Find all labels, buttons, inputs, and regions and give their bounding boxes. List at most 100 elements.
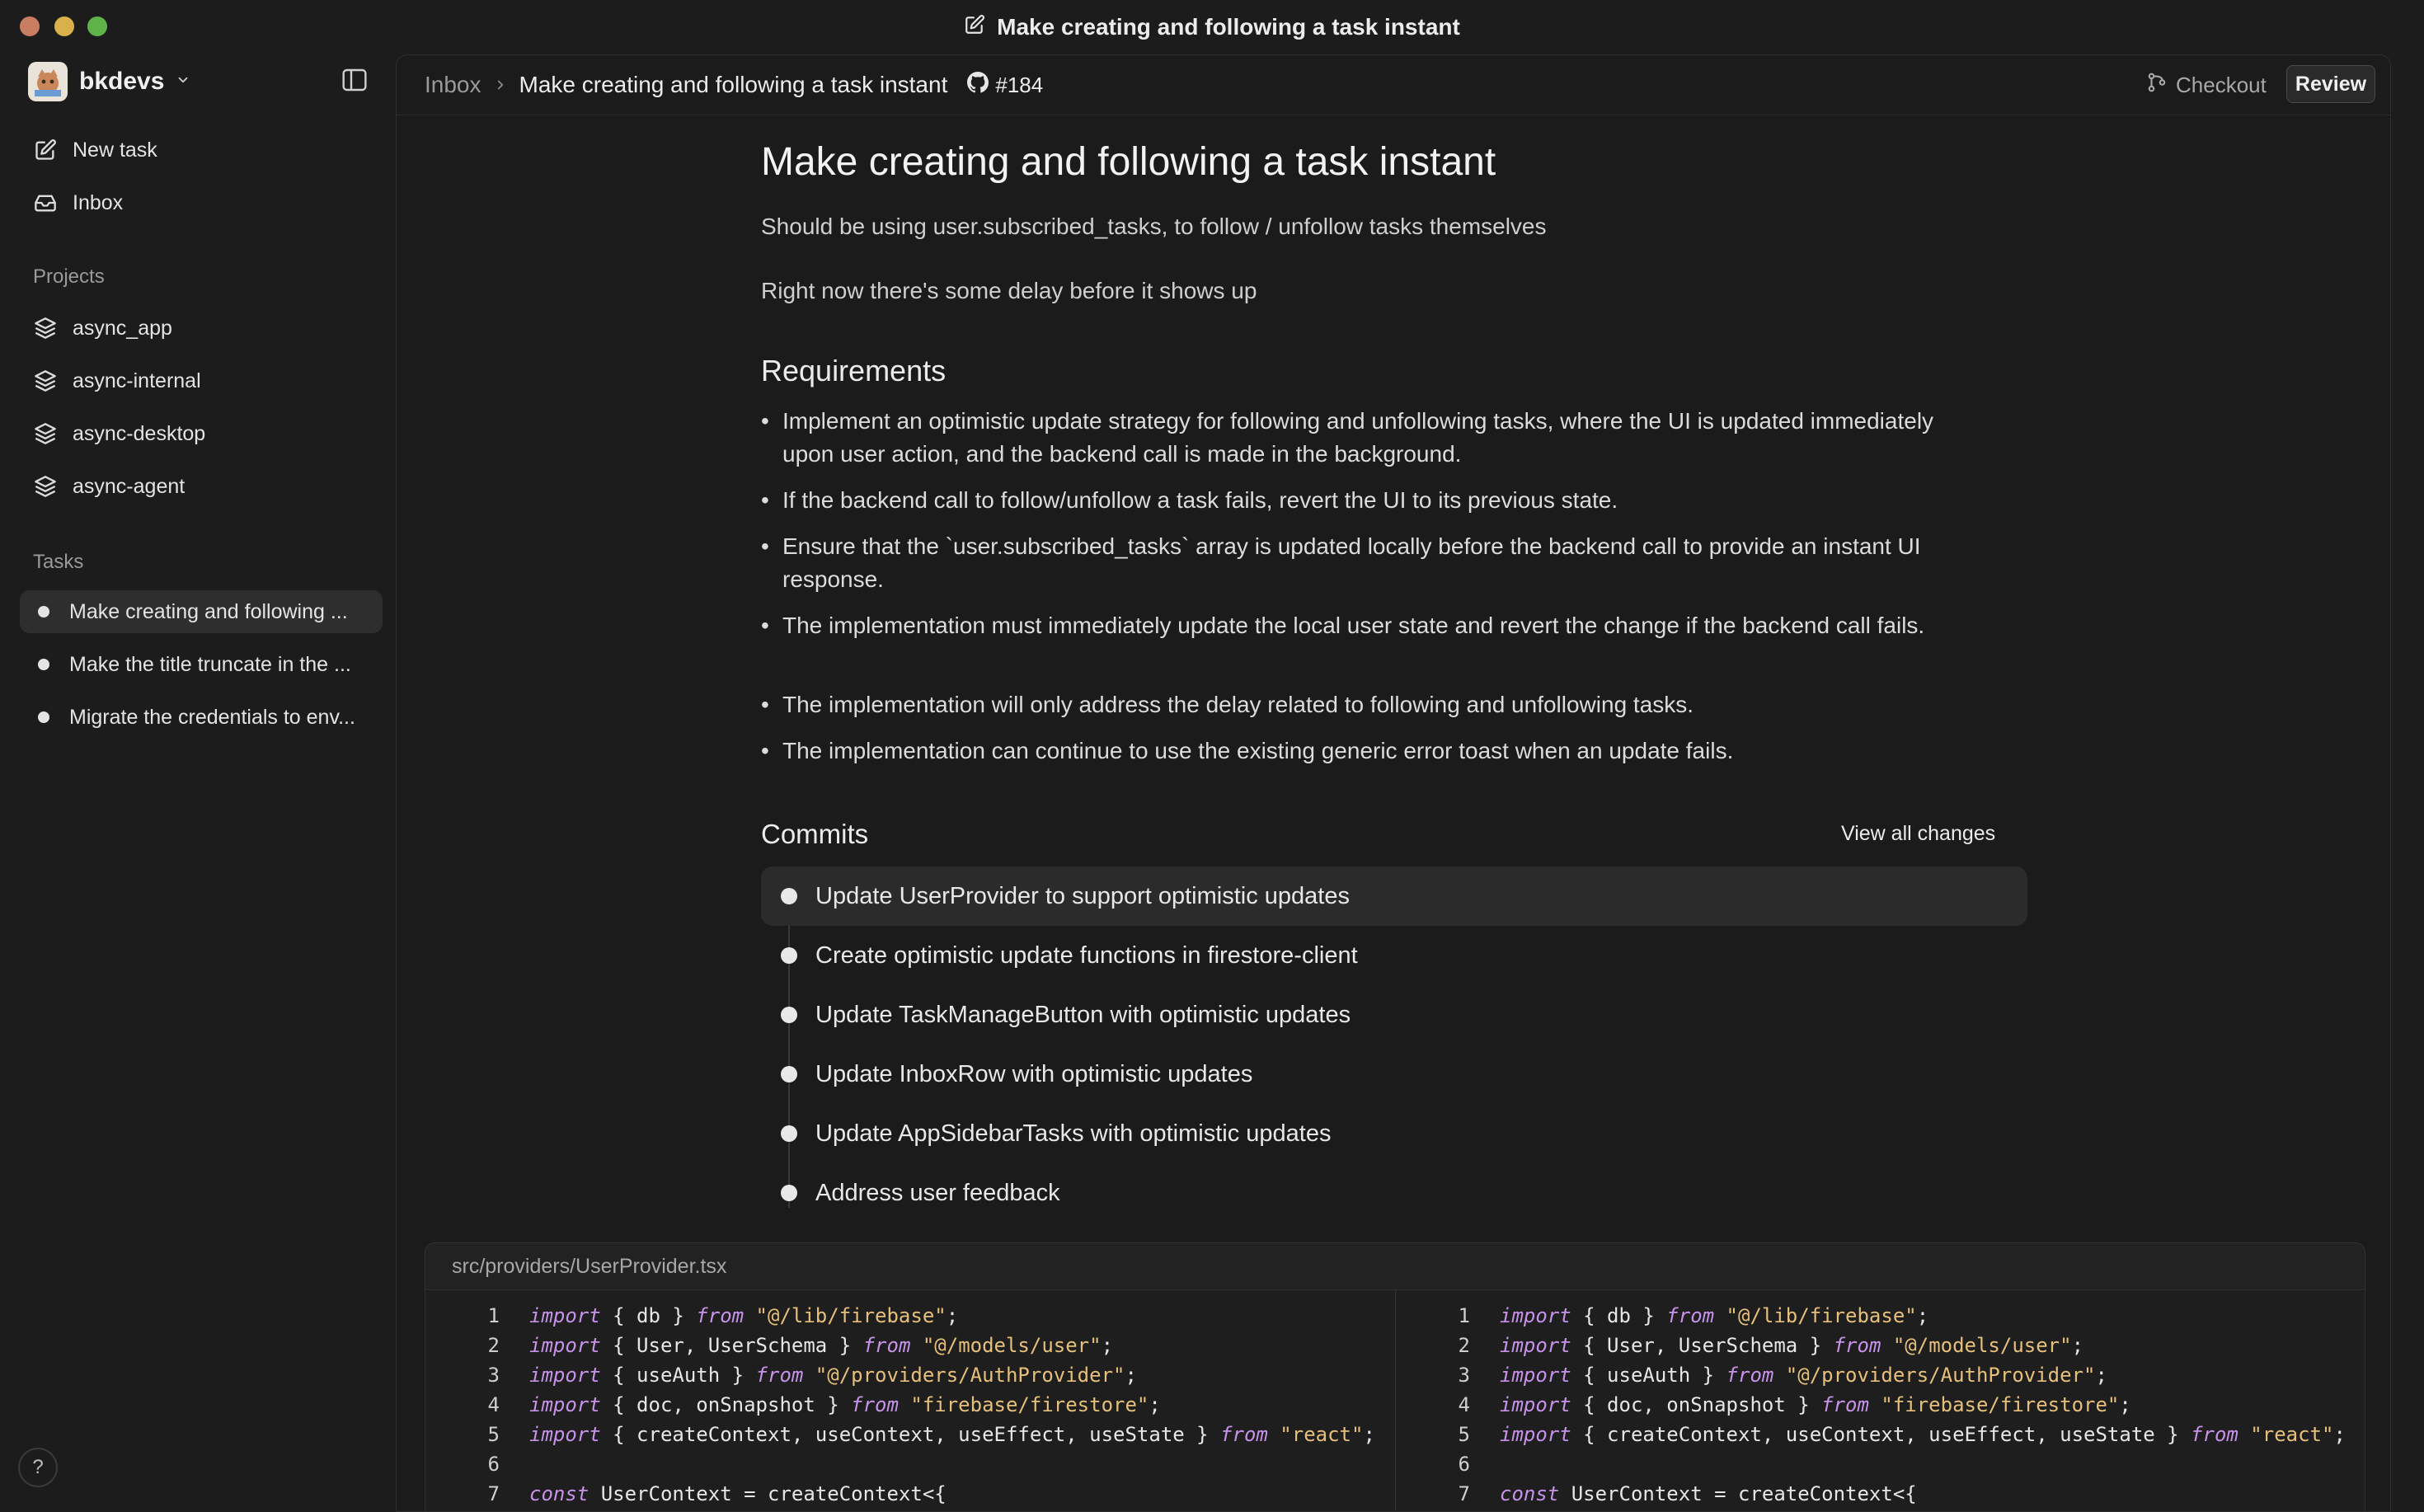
commit-message: Update UserProvider to support optimisti… — [815, 882, 1350, 909]
code-token: from — [851, 1393, 899, 1416]
code-token: import — [1500, 1364, 1571, 1387]
commit-dot — [781, 1185, 797, 1201]
code-token: { doc, onSnapshot } — [1571, 1393, 1822, 1416]
sidebar-toggle-button[interactable] — [341, 68, 369, 92]
sidebar-item-task[interactable]: Migrate the credentials to env... — [20, 696, 383, 739]
code-line: 1 import { db } from "@/lib/firebase"; — [425, 1301, 959, 1331]
code-token: "firebase/firestore" — [898, 1393, 1149, 1416]
code-token: { createContext, useContext, useEffect, … — [1571, 1423, 2191, 1446]
code-token: from — [1833, 1334, 1881, 1357]
sidebar-item-label: async_app — [73, 316, 172, 340]
commit-message: Update InboxRow with optimistic updates — [815, 1060, 1253, 1087]
code-token: "@/lib/firebase" — [744, 1304, 947, 1327]
sidebar-item-project[interactable]: async_app — [20, 307, 383, 350]
view-all-changes-link[interactable]: View all changes — [1841, 822, 1995, 846]
sidebar-item-label: async-agent — [73, 474, 186, 498]
sidebar-item-label: Migrate the credentials to env... — [69, 705, 355, 729]
code-line: 2 import { User, UserSchema } from "@/mod… — [1396, 1331, 2083, 1360]
requirement-item: • Ensure that the `user.subscribed_tasks`… — [761, 530, 1948, 596]
code-token: "react" — [1267, 1423, 1364, 1446]
code-text: const UserContext = createContext<{ — [1490, 1482, 1917, 1505]
diff-pane-before: 1 import { db } from "@/lib/firebase"; 2 im… — [425, 1289, 1395, 1511]
requirement-item: • The implementation can continue to use … — [761, 735, 1948, 768]
issue-number: #184 — [995, 72, 1044, 97]
commit-item[interactable]: Update InboxRow with optimistic updates — [761, 1045, 2027, 1104]
sidebar-item-inbox[interactable]: Inbox — [20, 181, 383, 224]
code-token: ; — [1363, 1423, 1375, 1446]
code-line: 1 import { db } from "@/lib/firebase"; — [1396, 1301, 1929, 1331]
code-token: from — [862, 1334, 911, 1357]
requirement-item: • If the backend call to follow/unfollow … — [761, 484, 1948, 517]
commit-item[interactable]: Update UserProvider to support optimisti… — [761, 866, 2027, 926]
requirement-text: The implementation must immediately upda… — [782, 613, 1925, 638]
sidebar-item-project[interactable]: async-agent — [20, 465, 383, 508]
code-line: 5 import { createContext, useContext, use… — [1396, 1420, 2346, 1449]
code-token: "@/providers/AuthProvider" — [1773, 1364, 2096, 1387]
help-button[interactable]: ? — [18, 1448, 58, 1487]
code-token: { User, UserSchema } — [600, 1334, 863, 1357]
inbox-icon — [33, 190, 58, 215]
code-token: { db } — [600, 1304, 697, 1327]
code-token: { db } — [1571, 1304, 1667, 1327]
code-text: import { doc, onSnapshot } from "firebas… — [1490, 1393, 2131, 1416]
sidebar-item-label: Make the title truncate in the ... — [69, 652, 351, 676]
sidebar-item-label: async-desktop — [73, 421, 206, 445]
breadcrumb-inbox-link[interactable]: Inbox — [425, 72, 482, 98]
sidebar-item-task[interactable]: Make the title truncate in the ... — [20, 643, 383, 686]
code-token: { User, UserSchema } — [1571, 1334, 1834, 1357]
code-token: ; — [2071, 1334, 2084, 1357]
code-text: import { doc, onSnapshot } from "firebas… — [519, 1393, 1161, 1416]
workspace-switcher[interactable]: bkdevs — [28, 61, 190, 102]
code-token: from — [696, 1304, 745, 1327]
line-number: 7 — [487, 1482, 500, 1505]
code-text: import { db } from "@/lib/firebase"; — [1490, 1304, 1928, 1327]
code-token: import — [529, 1393, 601, 1416]
code-token: from — [1666, 1304, 1715, 1327]
code-text: import { createContext, useContext, useE… — [1490, 1423, 2346, 1446]
sidebar-item-new-task[interactable]: New task — [20, 129, 383, 171]
code-token: UserContext = createContext<{ — [589, 1482, 947, 1505]
commit-message: Update AppSidebarTasks with optimistic u… — [815, 1120, 1332, 1147]
code-token: from — [1220, 1423, 1268, 1446]
sidebar-item-task[interactable]: Make creating and following ... — [20, 590, 383, 633]
github-icon — [967, 71, 989, 99]
commit-dot — [781, 888, 797, 904]
line-number: 5 — [1458, 1423, 1470, 1446]
code-line: 6 — [1396, 1449, 1500, 1479]
commit-item[interactable]: Update AppSidebarTasks with optimistic u… — [761, 1104, 2027, 1163]
code-token: import — [1500, 1393, 1571, 1416]
code-token: import — [529, 1364, 601, 1387]
layers-icon — [33, 421, 58, 446]
code-text: import { useAuth } from "@/providers/Aut… — [519, 1364, 1137, 1387]
github-issue-link[interactable]: #184 — [967, 71, 1044, 99]
code-token: "react" — [2238, 1423, 2334, 1446]
window-title-text: Make creating and following a task insta… — [997, 14, 1460, 40]
checkout-button[interactable]: Checkout — [2146, 70, 2267, 100]
line-number: 5 — [487, 1423, 500, 1446]
diff-file-path: src/providers/UserProvider.tsx — [452, 1255, 727, 1278]
review-button[interactable]: Review — [2286, 65, 2375, 103]
code-token: "@/models/user" — [910, 1334, 1102, 1357]
commits-heading: Commits — [761, 819, 869, 849]
projects-section-label: Projects — [33, 265, 105, 288]
code-line: 7 const UserContext = createContext<{ — [1396, 1479, 1917, 1509]
commit-item[interactable]: Create optimistic update functions in fi… — [761, 926, 2027, 985]
edit-icon — [33, 138, 58, 162]
commit-item[interactable]: Address user feedback — [761, 1163, 2027, 1223]
code-token: "@/models/user" — [1881, 1334, 2072, 1357]
sidebar-item-label: Make creating and following ... — [69, 599, 348, 623]
requirement-item: • The implementation must immediately upd… — [761, 609, 1948, 642]
code-token: from — [755, 1364, 804, 1387]
title-bar: Make creating and following a task insta… — [0, 0, 2424, 54]
code-token: "@/lib/firebase" — [1714, 1304, 1917, 1327]
sidebar-item-project[interactable]: async-internal — [20, 359, 383, 402]
sidebar-item-project[interactable]: async-desktop — [20, 412, 383, 455]
code-token: import — [529, 1423, 601, 1446]
task-status-dot — [38, 659, 49, 670]
code-line: 2 import { User, UserSchema } from "@/mod… — [425, 1331, 1113, 1360]
commit-item[interactable]: Update TaskManageButton with optimistic … — [761, 985, 2027, 1045]
commit-dot — [781, 1007, 797, 1023]
code-text: const UserContext = createContext<{ — [519, 1482, 947, 1505]
code-text: import { User, UserSchema } from "@/mode… — [1490, 1334, 2083, 1357]
code-line: 4 import { doc, onSnapshot } from "fireba… — [1396, 1390, 2131, 1420]
